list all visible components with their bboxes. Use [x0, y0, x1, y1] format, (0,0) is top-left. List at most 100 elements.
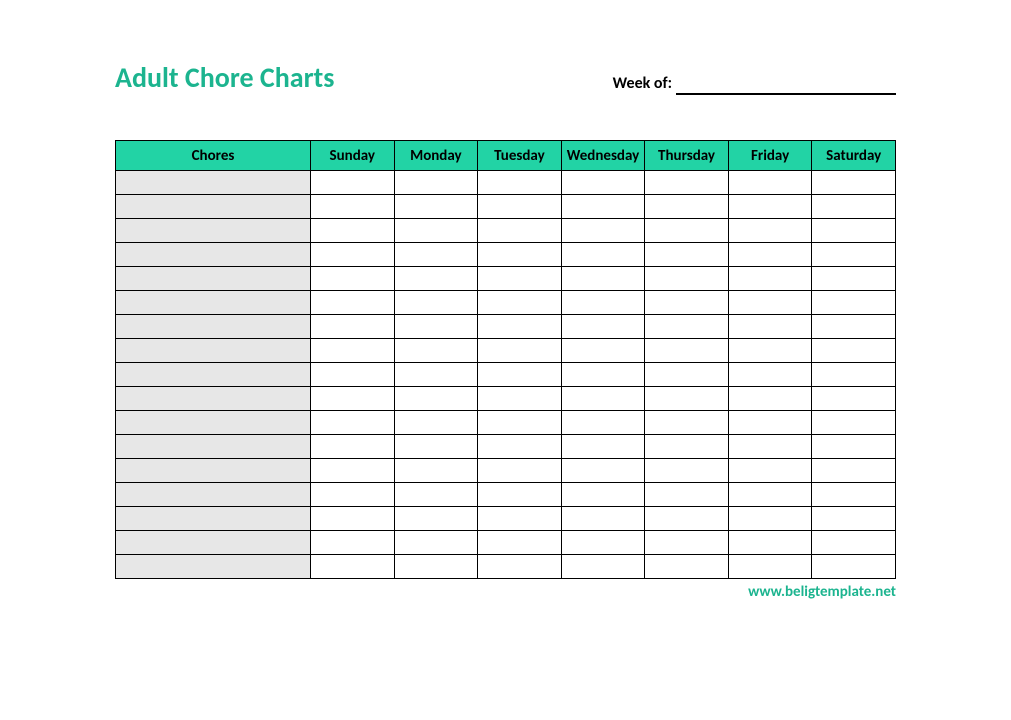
day-cell[interactable]: [394, 171, 478, 195]
day-cell[interactable]: [311, 171, 395, 195]
day-cell[interactable]: [394, 531, 478, 555]
day-cell[interactable]: [311, 483, 395, 507]
day-cell[interactable]: [645, 411, 729, 435]
day-cell[interactable]: [394, 363, 478, 387]
day-cell[interactable]: [311, 507, 395, 531]
day-cell[interactable]: [478, 531, 562, 555]
day-cell[interactable]: [645, 483, 729, 507]
day-cell[interactable]: [561, 171, 645, 195]
day-cell[interactable]: [728, 459, 812, 483]
day-cell[interactable]: [311, 411, 395, 435]
chore-cell[interactable]: [116, 387, 311, 411]
day-cell[interactable]: [311, 339, 395, 363]
day-cell[interactable]: [311, 459, 395, 483]
chore-cell[interactable]: [116, 363, 311, 387]
chore-cell[interactable]: [116, 411, 311, 435]
day-cell[interactable]: [728, 483, 812, 507]
day-cell[interactable]: [561, 411, 645, 435]
day-cell[interactable]: [812, 531, 896, 555]
day-cell[interactable]: [311, 363, 395, 387]
day-cell[interactable]: [645, 531, 729, 555]
day-cell[interactable]: [728, 339, 812, 363]
day-cell[interactable]: [311, 555, 395, 579]
chore-cell[interactable]: [116, 507, 311, 531]
day-cell[interactable]: [394, 219, 478, 243]
day-cell[interactable]: [812, 411, 896, 435]
day-cell[interactable]: [478, 387, 562, 411]
chore-cell[interactable]: [116, 555, 311, 579]
day-cell[interactable]: [394, 291, 478, 315]
week-of-input-line[interactable]: [676, 93, 896, 95]
day-cell[interactable]: [561, 243, 645, 267]
day-cell[interactable]: [812, 195, 896, 219]
day-cell[interactable]: [311, 219, 395, 243]
day-cell[interactable]: [478, 483, 562, 507]
chore-cell[interactable]: [116, 339, 311, 363]
day-cell[interactable]: [394, 411, 478, 435]
day-cell[interactable]: [728, 507, 812, 531]
day-cell[interactable]: [311, 267, 395, 291]
chore-cell[interactable]: [116, 459, 311, 483]
day-cell[interactable]: [394, 315, 478, 339]
day-cell[interactable]: [561, 507, 645, 531]
day-cell[interactable]: [394, 387, 478, 411]
day-cell[interactable]: [728, 291, 812, 315]
day-cell[interactable]: [311, 387, 395, 411]
day-cell[interactable]: [478, 411, 562, 435]
day-cell[interactable]: [812, 267, 896, 291]
day-cell[interactable]: [561, 291, 645, 315]
day-cell[interactable]: [394, 483, 478, 507]
chore-cell[interactable]: [116, 435, 311, 459]
day-cell[interactable]: [812, 291, 896, 315]
day-cell[interactable]: [561, 195, 645, 219]
day-cell[interactable]: [645, 219, 729, 243]
day-cell[interactable]: [561, 219, 645, 243]
day-cell[interactable]: [812, 363, 896, 387]
day-cell[interactable]: [561, 483, 645, 507]
day-cell[interactable]: [561, 531, 645, 555]
day-cell[interactable]: [478, 435, 562, 459]
day-cell[interactable]: [645, 459, 729, 483]
chore-cell[interactable]: [116, 531, 311, 555]
day-cell[interactable]: [728, 411, 812, 435]
day-cell[interactable]: [728, 531, 812, 555]
day-cell[interactable]: [311, 435, 395, 459]
day-cell[interactable]: [645, 435, 729, 459]
day-cell[interactable]: [311, 291, 395, 315]
day-cell[interactable]: [478, 243, 562, 267]
day-cell[interactable]: [478, 171, 562, 195]
day-cell[interactable]: [394, 435, 478, 459]
day-cell[interactable]: [645, 507, 729, 531]
day-cell[interactable]: [561, 459, 645, 483]
day-cell[interactable]: [728, 267, 812, 291]
day-cell[interactable]: [728, 171, 812, 195]
chore-cell[interactable]: [116, 267, 311, 291]
day-cell[interactable]: [561, 363, 645, 387]
day-cell[interactable]: [478, 555, 562, 579]
day-cell[interactable]: [478, 459, 562, 483]
day-cell[interactable]: [478, 315, 562, 339]
day-cell[interactable]: [645, 243, 729, 267]
day-cell[interactable]: [478, 363, 562, 387]
day-cell[interactable]: [812, 243, 896, 267]
day-cell[interactable]: [561, 339, 645, 363]
day-cell[interactable]: [311, 315, 395, 339]
day-cell[interactable]: [394, 459, 478, 483]
day-cell[interactable]: [478, 339, 562, 363]
day-cell[interactable]: [812, 315, 896, 339]
day-cell[interactable]: [812, 507, 896, 531]
day-cell[interactable]: [478, 267, 562, 291]
day-cell[interactable]: [645, 387, 729, 411]
day-cell[interactable]: [812, 483, 896, 507]
day-cell[interactable]: [812, 435, 896, 459]
day-cell[interactable]: [812, 555, 896, 579]
day-cell[interactable]: [394, 339, 478, 363]
day-cell[interactable]: [645, 171, 729, 195]
day-cell[interactable]: [478, 291, 562, 315]
day-cell[interactable]: [478, 219, 562, 243]
chore-cell[interactable]: [116, 195, 311, 219]
day-cell[interactable]: [645, 363, 729, 387]
day-cell[interactable]: [561, 555, 645, 579]
footer-link[interactable]: www.beligtemplate.net: [115, 583, 896, 601]
day-cell[interactable]: [728, 243, 812, 267]
